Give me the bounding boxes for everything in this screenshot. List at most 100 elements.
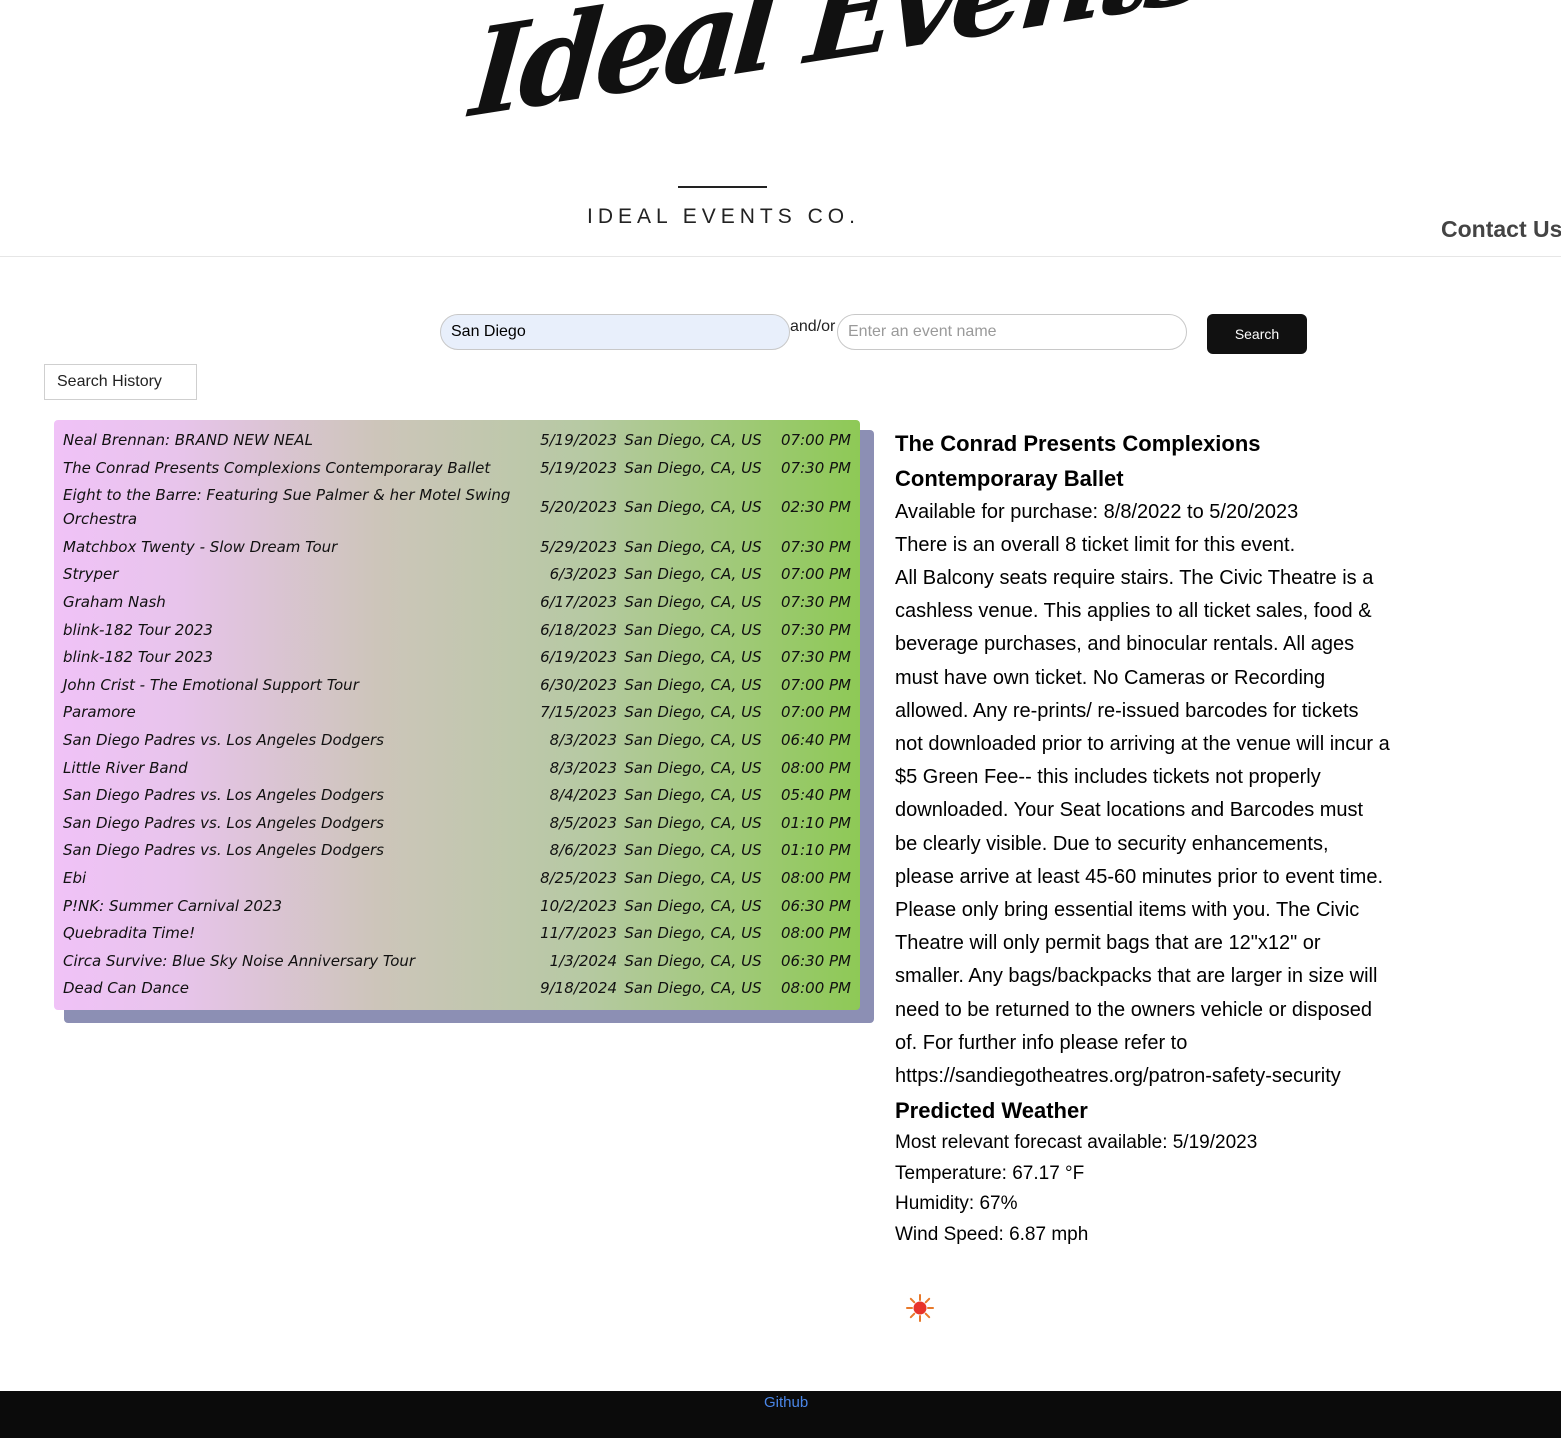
event-time: 08:00 PM xyxy=(781,924,851,943)
event-city: San Diego, CA, US xyxy=(624,868,762,887)
event-row[interactable]: Circa Survive: Blue Sky Noise Anniversar… xyxy=(54,949,860,973)
event-name: San Diego Padres vs. Los Angeles Dodgers xyxy=(63,730,384,749)
logo-divider xyxy=(678,186,767,188)
event-city: San Diego, CA, US xyxy=(624,703,762,722)
event-name-input[interactable] xyxy=(837,314,1187,350)
event-city: San Diego, CA, US xyxy=(624,758,762,777)
event-name: P!NK: Summer Carnival 2023 xyxy=(63,896,283,915)
event-date: 1/3/2024 xyxy=(549,951,617,970)
event-time: 06:40 PM xyxy=(781,730,851,749)
event-date: 8/5/2023 xyxy=(549,813,617,832)
event-list: Neal Brennan: BRAND NEW NEAL 5/19/2023 San… xyxy=(54,420,860,1010)
event-city: San Diego, CA, US xyxy=(624,924,762,943)
weather-heading: Predicted Weather xyxy=(895,1098,1088,1124)
event-row[interactable]: blink-182 Tour 2023 6/18/2023 San Diego, C… xyxy=(54,618,860,642)
event-row[interactable]: Stryper 6/3/2023 San Diego, CA, US 07:00 PM xyxy=(54,562,860,586)
event-date: 8/3/2023 xyxy=(549,758,617,777)
search-history-button[interactable]: Search History xyxy=(44,364,197,400)
event-time: 07:30 PM xyxy=(781,648,851,667)
event-city: San Diego, CA, US xyxy=(624,592,762,611)
event-date: 5/29/2023 xyxy=(540,537,617,556)
event-city: San Diego, CA, US xyxy=(624,675,762,694)
event-row[interactable]: Quebradita Time! 11/7/2023 San Diego, CA, … xyxy=(54,921,860,945)
event-date: 6/30/2023 xyxy=(540,675,617,694)
event-row[interactable]: San Diego Padres vs. Los Angeles Dodgers… xyxy=(54,728,860,752)
event-row[interactable]: Eight to the Barre: Featuring Sue Palmer… xyxy=(54,483,860,531)
event-date: 8/3/2023 xyxy=(549,730,617,749)
event-city: San Diego, CA, US xyxy=(624,565,762,584)
event-name: blink-182 Tour 2023 xyxy=(63,620,213,639)
event-time: 06:30 PM xyxy=(781,896,851,915)
event-time: 07:30 PM xyxy=(781,458,851,477)
event-row[interactable]: The Conrad Presents Complexions Contempo… xyxy=(54,456,860,480)
event-city: San Diego, CA, US xyxy=(624,979,762,998)
temperature-value: Temperature: 67.17 °F xyxy=(895,1162,1085,1184)
event-date: 11/7/2023 xyxy=(540,924,617,943)
event-city: San Diego, CA, US xyxy=(624,896,762,915)
event-date: 6/19/2023 xyxy=(540,648,617,667)
event-name: Ebi xyxy=(63,868,87,887)
event-row[interactable]: Graham Nash 6/17/2023 San Diego, CA, US 07:… xyxy=(54,590,860,614)
event-name: San Diego Padres vs. Los Angeles Dodgers xyxy=(63,841,384,860)
event-name: Neal Brennan: BRAND NEW NEAL xyxy=(63,431,313,449)
event-time: 01:10 PM xyxy=(781,813,851,832)
event-date: 8/6/2023 xyxy=(549,841,617,860)
event-date: 5/19/2023 xyxy=(540,458,617,477)
event-row[interactable]: Neal Brennan: BRAND NEW NEAL 5/19/2023 San… xyxy=(54,428,860,452)
event-name: The Conrad Presents Complexions Contempo… xyxy=(63,458,491,477)
event-name: Eight to the Barre: Featuring Sue Palmer… xyxy=(63,486,511,529)
event-time: 08:00 PM xyxy=(781,979,851,998)
event-city: San Diego, CA, US xyxy=(624,431,762,449)
event-name: John Crist - The Emotional Support Tour xyxy=(63,675,359,694)
wind-speed-value: Wind Speed: 6.87 mph xyxy=(895,1223,1089,1245)
event-row[interactable]: John Crist - The Emotional Support Tour 6… xyxy=(54,673,860,697)
event-date: 9/18/2024 xyxy=(540,979,617,998)
event-date: 6/3/2023 xyxy=(549,565,617,584)
event-date: 7/15/2023 xyxy=(540,703,617,722)
forecast-date: Most relevant forecast available: 5/19/2… xyxy=(895,1132,1258,1154)
event-time: 02:30 PM xyxy=(781,498,851,517)
event-row[interactable]: San Diego Padres vs. Los Angeles Dodgers… xyxy=(54,783,860,807)
event-city: San Diego, CA, US xyxy=(624,458,762,477)
logo-script: Ideal Events xyxy=(465,0,1213,145)
event-time: 07:30 PM xyxy=(781,537,851,556)
event-date: 5/19/2023 xyxy=(540,431,617,449)
event-city: San Diego, CA, US xyxy=(624,620,762,639)
event-date: 8/4/2023 xyxy=(549,786,617,805)
event-city: San Diego, CA, US xyxy=(624,730,762,749)
city-search-input[interactable] xyxy=(440,314,790,350)
event-time: 07:00 PM xyxy=(781,675,851,694)
event-time: 07:00 PM xyxy=(781,431,851,449)
event-row[interactable]: San Diego Padres vs. Los Angeles Dodgers… xyxy=(54,811,860,835)
contact-us-link[interactable]: Contact Us xyxy=(1441,216,1561,243)
event-date: 6/18/2023 xyxy=(540,620,617,639)
event-row[interactable]: P!NK: Summer Carnival 2023 10/2/2023 San D… xyxy=(54,894,860,918)
event-time: 07:30 PM xyxy=(781,620,851,639)
event-row[interactable]: Matchbox Twenty - Slow Dream Tour 5/29/20… xyxy=(54,535,860,559)
event-row[interactable]: San Diego Padres vs. Los Angeles Dodgers… xyxy=(54,838,860,862)
event-date: 10/2/2023 xyxy=(540,896,617,915)
ticket-limit-text: There is an overall 8 ticket limit for t… xyxy=(895,534,1296,556)
sun-icon xyxy=(906,1294,934,1322)
search-button[interactable]: Search xyxy=(1207,314,1307,354)
event-details: The Conrad Presents Complexions Contempo… xyxy=(895,426,1390,1250)
github-link[interactable]: Github xyxy=(764,1394,808,1411)
event-row[interactable]: Little River Band 8/3/2023 San Diego, CA, … xyxy=(54,756,860,780)
event-row[interactable]: Dead Can Dance 9/18/2024 San Diego, CA, US… xyxy=(54,976,860,1000)
event-row[interactable]: blink-182 Tour 2023 6/19/2023 San Diego, C… xyxy=(54,645,860,669)
event-row[interactable]: Ebi 8/25/2023 San Diego, CA, US 08:00 PM xyxy=(54,866,860,890)
event-name: Dead Can Dance xyxy=(63,979,189,998)
event-name: Quebradita Time! xyxy=(63,924,196,943)
event-name: Paramore xyxy=(63,703,136,722)
event-date: 8/25/2023 xyxy=(540,868,617,887)
event-date: 6/17/2023 xyxy=(540,592,617,611)
event-time: 05:40 PM xyxy=(781,786,851,805)
event-name: Graham Nash xyxy=(63,592,166,611)
availability-text: Available for purchase: 8/8/2022 to 5/20… xyxy=(895,501,1299,523)
event-city: San Diego, CA, US xyxy=(624,498,762,517)
event-name: San Diego Padres vs. Los Angeles Dodgers xyxy=(63,813,384,832)
event-row[interactable]: Paramore 7/15/2023 San Diego, CA, US 07:00 … xyxy=(54,700,860,724)
humidity-value: Humidity: 67% xyxy=(895,1193,1018,1215)
event-name: blink-182 Tour 2023 xyxy=(63,648,213,667)
event-city: San Diego, CA, US xyxy=(624,951,762,970)
